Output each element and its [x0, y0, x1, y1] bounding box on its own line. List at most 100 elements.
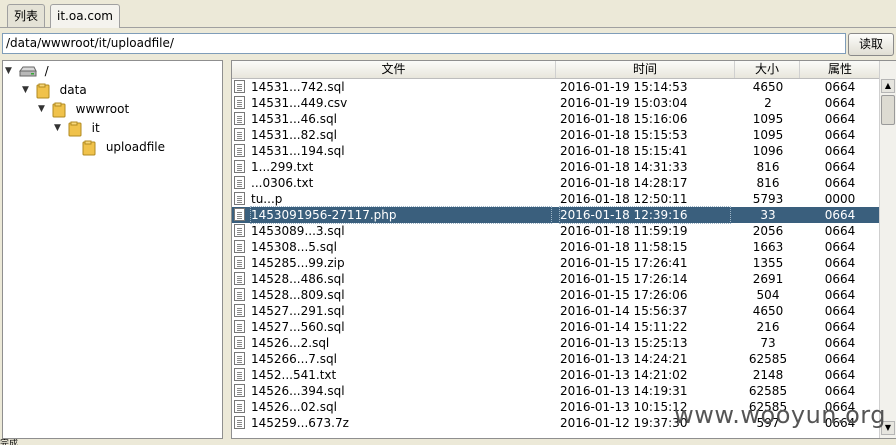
- directory-tree[interactable]: ▼ / ▼ data ▼ wwwroot ▼ it uploadfile: [2, 60, 223, 439]
- scroll-thumb[interactable]: [881, 95, 895, 125]
- file-row[interactable]: 14526...394.sql 2016-01-13 14:19:31 62585 0…: [232, 383, 880, 399]
- read-button[interactable]: 读取: [848, 33, 894, 56]
- file-name: 14531...194.sql: [251, 144, 345, 158]
- file-row[interactable]: tu...p 2016-01-18 12:50:11 5793 0000: [232, 191, 880, 207]
- tab-site[interactable]: it.oa.com: [50, 4, 120, 28]
- file-row[interactable]: 1453089...3.sql 2016-01-18 11:59:19 2056 06…: [232, 223, 880, 239]
- tree-label-it: it: [91, 121, 100, 135]
- file-row[interactable]: 145308...5.sql 2016-01-18 11:58:15 1663 066…: [232, 239, 880, 255]
- column-header-size[interactable]: 大小: [735, 61, 800, 78]
- scroll-up-icon[interactable]: ▲: [881, 79, 895, 93]
- file-row[interactable]: 1...299.txt 2016-01-18 14:31:33 816 0664: [232, 159, 880, 175]
- file-row[interactable]: 14526...2.sql 2016-01-13 15:25:13 73 0664: [232, 335, 880, 351]
- file-row[interactable]: 145266...7.sql 2016-01-13 14:24:21 62585 06…: [232, 351, 880, 367]
- expand-arrow-icon[interactable]: ▼: [22, 81, 32, 100]
- expand-arrow-icon[interactable]: ▼: [54, 119, 64, 138]
- tree-label-uploadfile: uploadfile: [105, 140, 165, 154]
- file-name: 14531...449.csv: [251, 96, 348, 110]
- file-cell-icon: [234, 127, 248, 143]
- file-row[interactable]: ...0306.txt 2016-01-18 14:28:17 816 0664: [232, 175, 880, 191]
- file-icon: [234, 288, 245, 301]
- file-time: 2016-01-18 15:15:41: [560, 144, 688, 158]
- file-name: 1453089...3.sql: [251, 224, 345, 238]
- file-list[interactable]: 文件 时间 大小 属性 14531...742.sql 2016-01-19 15…: [231, 60, 896, 439]
- file-size: 816: [756, 160, 780, 174]
- expand-arrow-icon[interactable]: ▼: [38, 100, 48, 119]
- file-cell-icon: [234, 319, 248, 335]
- file-attr: 0664: [824, 272, 856, 286]
- vertical-scrollbar[interactable]: ▲ ▼: [879, 61, 896, 438]
- file-size: 33: [760, 208, 776, 222]
- file-name: ...0306.txt: [251, 176, 314, 190]
- file-cell-icon: [234, 255, 248, 271]
- expand-arrow-icon[interactable]: ▼: [5, 62, 15, 81]
- file-time: 2016-01-14 15:56:37: [560, 304, 688, 318]
- file-time: 2016-01-14 15:11:22: [560, 320, 688, 334]
- tree-node-wwwroot[interactable]: ▼ wwwroot: [38, 100, 129, 119]
- file-cell-icon: [234, 143, 248, 159]
- file-name: 145259...673.7z: [251, 416, 349, 430]
- column-header-time[interactable]: 时间: [556, 61, 735, 78]
- file-icon: [234, 192, 245, 205]
- file-row[interactable]: 14527...291.sql 2016-01-14 15:56:37 4650 06…: [232, 303, 880, 319]
- file-icon: [234, 320, 245, 333]
- file-size: 4650: [752, 304, 784, 318]
- file-icon: [234, 400, 245, 413]
- file-name: 14531...46.sql: [251, 112, 337, 126]
- status-bar: 完成: [0, 439, 896, 445]
- file-time: 2016-01-15 17:26:41: [560, 256, 688, 270]
- file-icon: [234, 256, 245, 269]
- tree-node-data[interactable]: ▼ data: [22, 81, 87, 100]
- file-time: 2016-01-13 15:25:13: [560, 336, 688, 350]
- file-row[interactable]: 14531...449.csv 2016-01-19 15:03:04 2 0664: [232, 95, 880, 111]
- file-time: 2016-01-19 15:14:53: [560, 80, 688, 94]
- file-row[interactable]: 1452...541.txt 2016-01-13 14:21:02 2148 066…: [232, 367, 880, 383]
- file-row[interactable]: 14528...486.sql 2016-01-15 17:26:14 2691 06…: [232, 271, 880, 287]
- file-time: 2016-01-18 11:59:19: [560, 224, 688, 238]
- tree-node-it[interactable]: ▼ it: [54, 119, 100, 138]
- tab-list[interactable]: 列表: [7, 4, 46, 27]
- file-row[interactable]: 14531...742.sql 2016-01-19 15:14:53 4650 06…: [232, 79, 880, 95]
- file-name: 14526...394.sql: [251, 384, 345, 398]
- column-header-attr[interactable]: 属性: [800, 61, 880, 78]
- file-name: 1...299.txt: [251, 160, 314, 174]
- tree-node-uploadfile[interactable]: uploadfile: [82, 138, 165, 157]
- folder-icon: [82, 140, 96, 156]
- file-cell-icon: [234, 191, 248, 207]
- file-icon: [234, 336, 245, 349]
- file-icon: [234, 368, 245, 381]
- file-time: 2016-01-15 17:26:06: [560, 288, 688, 302]
- tab-site-label: it.oa.com: [57, 9, 113, 23]
- file-icon: [234, 208, 245, 221]
- file-size: 1355: [752, 256, 784, 270]
- file-attr: 0664: [824, 160, 856, 174]
- file-attr: 0000: [824, 192, 856, 206]
- file-time: 2016-01-18 15:16:06: [560, 112, 688, 126]
- path-input[interactable]: [2, 33, 846, 54]
- file-cell-icon: [234, 175, 248, 191]
- file-row[interactable]: 145285...99.zip 2016-01-15 17:26:41 1355 06…: [232, 255, 880, 271]
- file-list-header: 文件 时间 大小 属性: [232, 61, 880, 79]
- file-size: 1095: [752, 128, 784, 142]
- file-row[interactable]: 14531...46.sql 2016-01-18 15:16:06 1095 066…: [232, 111, 880, 127]
- tree-label-wwwroot: wwwroot: [75, 102, 130, 116]
- file-time: 2016-01-13 14:24:21: [560, 352, 688, 366]
- file-icon: [234, 272, 245, 285]
- file-time: 2016-01-18 14:28:17: [560, 176, 688, 190]
- file-attr: 0664: [824, 256, 856, 270]
- file-size: 2148: [752, 368, 784, 382]
- file-name: tu...p: [251, 192, 283, 206]
- tree-node-root[interactable]: ▼ /: [5, 62, 49, 81]
- file-row[interactable]: 14527...560.sql 2016-01-14 15:11:22 216 066…: [232, 319, 880, 335]
- file-attr: 0664: [824, 304, 856, 318]
- file-row[interactable]: 14528...809.sql 2016-01-15 17:26:06 504 066…: [232, 287, 880, 303]
- file-row[interactable]: 1453091956-27117.php 2016-01-18 12:39:16 3…: [232, 206, 880, 224]
- column-header-name[interactable]: 文件: [232, 61, 556, 78]
- file-size: 1663: [752, 240, 784, 254]
- file-row[interactable]: 14531...82.sql 2016-01-18 15:15:53 1095 066…: [232, 127, 880, 143]
- file-cell-icon: [234, 95, 248, 111]
- file-row[interactable]: 14531...194.sql 2016-01-18 15:15:41 1096 06…: [232, 143, 880, 159]
- file-size: 4650: [752, 80, 784, 94]
- file-size: 5793: [752, 192, 784, 206]
- file-cell-icon: [234, 111, 248, 127]
